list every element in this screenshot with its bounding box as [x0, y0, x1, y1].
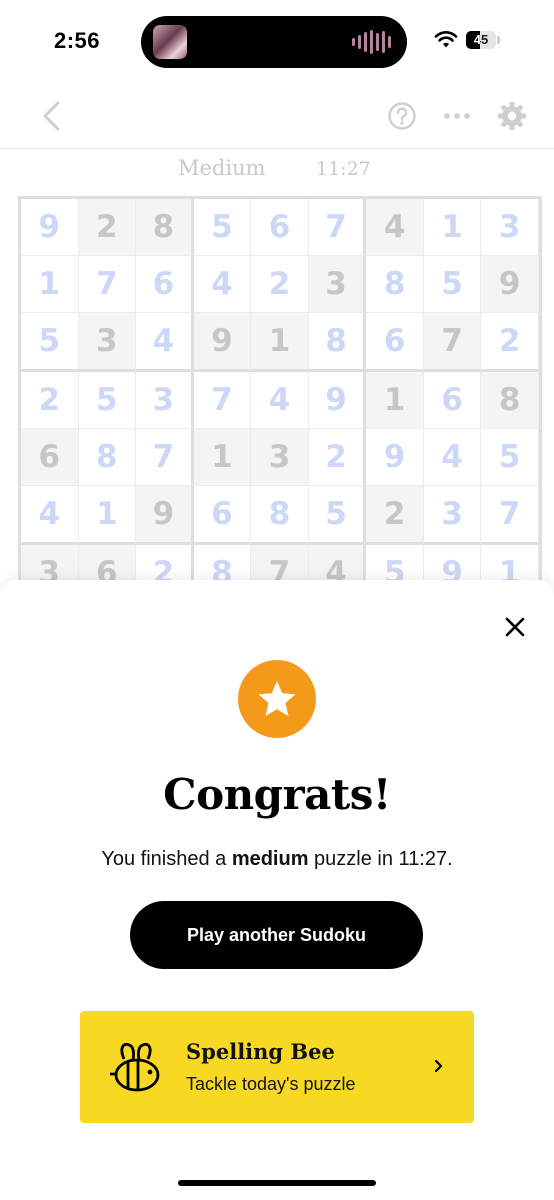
sudoku-cell[interactable]: 8: [308, 313, 367, 372]
sudoku-cell[interactable]: 6: [136, 256, 194, 313]
play-another-button[interactable]: Play another Sudoku: [130, 901, 423, 969]
sudoku-cell[interactable]: 4: [366, 199, 424, 256]
congrats-headline: Congrats!: [163, 770, 391, 819]
sudoku-cell[interactable]: 7: [193, 372, 252, 429]
sudoku-cell[interactable]: 7: [308, 199, 367, 256]
audio-waveform-icon: [352, 30, 391, 54]
sudoku-cell[interactable]: 9: [21, 199, 79, 256]
sudoku-cell[interactable]: 9: [366, 429, 424, 486]
sudoku-grid: 9285674131764238595349186722537491686871…: [18, 196, 542, 605]
completion-message: You finished a medium puzzle in 11:27.: [0, 848, 554, 871]
sudoku-cell[interactable]: 2: [481, 313, 539, 372]
sudoku-cell[interactable]: 7: [423, 313, 482, 372]
completion-difficulty: medium: [231, 848, 309, 870]
status-bar: 2:56 45: [0, 0, 554, 84]
battery-icon: 45: [466, 31, 496, 49]
back-icon[interactable]: [40, 100, 62, 132]
wifi-icon: [434, 31, 458, 48]
sudoku-cell[interactable]: 3: [78, 313, 137, 372]
promo-subtitle: Tackle today's puzzle: [186, 1074, 356, 1094]
sudoku-cell[interactable]: 7: [136, 429, 194, 486]
sudoku-cell[interactable]: 6: [193, 486, 252, 545]
more-icon[interactable]: [442, 100, 472, 132]
sudoku-cell[interactable]: 6: [423, 372, 482, 429]
sudoku-cell[interactable]: 1: [193, 429, 252, 486]
gear-icon[interactable]: [496, 100, 528, 132]
congrats-sheet: Congrats! You finished a medium puzzle i…: [0, 580, 554, 1200]
promo-title: Spelling Bee: [186, 1039, 335, 1064]
sudoku-cell[interactable]: 8: [481, 372, 539, 429]
battery-percent: 45: [473, 32, 489, 47]
sudoku-cell[interactable]: 6: [251, 199, 309, 256]
sudoku-cell[interactable]: 1: [78, 486, 137, 545]
sudoku-cell[interactable]: 5: [481, 429, 539, 486]
sudoku-cell[interactable]: 3: [136, 372, 194, 429]
sudoku-cell[interactable]: 1: [21, 256, 79, 313]
sudoku-cell[interactable]: 7: [78, 256, 137, 313]
sudoku-cell[interactable]: 2: [308, 429, 367, 486]
star-badge-icon: [238, 660, 316, 738]
sudoku-cell[interactable]: 9: [481, 256, 539, 313]
star-icon: [258, 681, 296, 716]
sudoku-cell[interactable]: 5: [423, 256, 482, 313]
sudoku-cell[interactable]: 7: [481, 486, 539, 545]
home-indicator[interactable]: [178, 1180, 376, 1186]
bee-icon: [110, 1042, 160, 1092]
sudoku-cell[interactable]: 5: [78, 372, 137, 429]
sudoku-cell[interactable]: 3: [423, 486, 482, 545]
sudoku-cell[interactable]: 1: [423, 199, 482, 256]
sudoku-cell[interactable]: 1: [366, 372, 424, 429]
sudoku-cell[interactable]: 6: [366, 313, 424, 372]
sudoku-cell[interactable]: 4: [21, 486, 79, 545]
status-time: 2:56: [54, 28, 101, 53]
sudoku-cell[interactable]: 1: [251, 313, 309, 372]
sudoku-cell[interactable]: 9: [136, 486, 194, 545]
completion-message-suffix: puzzle in 11:27.: [308, 848, 453, 870]
sudoku-cell[interactable]: 5: [308, 486, 367, 545]
spelling-bee-promo-card[interactable]: Spelling Bee Tackle today's puzzle: [80, 1011, 474, 1123]
sudoku-cell[interactable]: 3: [308, 256, 367, 313]
dynamic-island[interactable]: [141, 16, 407, 68]
sudoku-cell[interactable]: 8: [366, 256, 424, 313]
puzzle-info: Medium 11:27: [0, 156, 554, 186]
sudoku-cell[interactable]: 2: [366, 486, 424, 545]
sudoku-cell[interactable]: 2: [78, 199, 137, 256]
timer-label: 11:27: [316, 158, 371, 180]
sudoku-cell[interactable]: 5: [193, 199, 252, 256]
sudoku-cell[interactable]: 9: [308, 372, 367, 429]
sudoku-cell[interactable]: 8: [136, 199, 194, 256]
sudoku-cell[interactable]: 5: [21, 313, 79, 372]
sudoku-cell[interactable]: 8: [78, 429, 137, 486]
sudoku-cell[interactable]: 3: [481, 199, 539, 256]
sudoku-cell[interactable]: 9: [193, 313, 252, 372]
sudoku-cell[interactable]: 8: [251, 486, 309, 545]
completion-message-prefix: You finished a: [101, 848, 232, 870]
close-icon[interactable]: [498, 610, 532, 644]
battery-cap: [497, 36, 500, 44]
sudoku-cell[interactable]: 2: [21, 372, 79, 429]
top-nav-bar: [0, 84, 554, 149]
sudoku-cell[interactable]: 4: [136, 313, 194, 372]
sudoku-cell[interactable]: 6: [21, 429, 79, 486]
help-icon[interactable]: [387, 100, 417, 132]
chevron-right-icon: [434, 1059, 443, 1073]
sudoku-cell[interactable]: 3: [251, 429, 309, 486]
difficulty-label: Medium: [178, 156, 266, 180]
sudoku-cell[interactable]: 2: [251, 256, 309, 313]
sudoku-cell[interactable]: 4: [251, 372, 309, 429]
now-playing-artwork: [153, 25, 187, 59]
sudoku-cell[interactable]: 4: [423, 429, 482, 486]
sudoku-cell[interactable]: 4: [193, 256, 252, 313]
